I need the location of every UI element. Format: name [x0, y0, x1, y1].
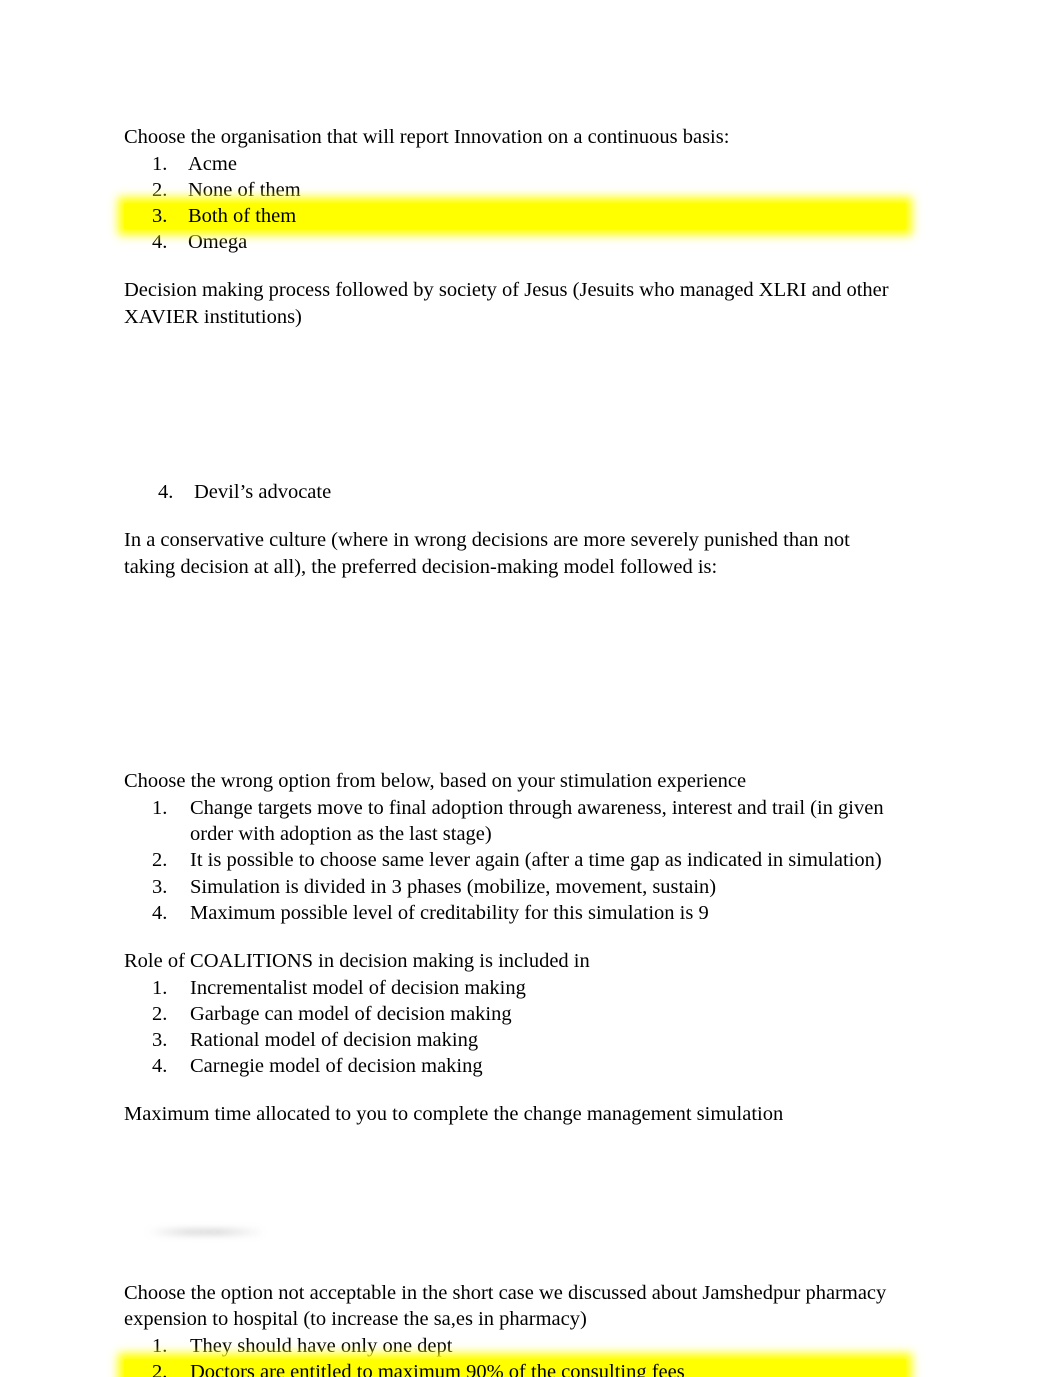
- option-text: Maximum possible level of creditability …: [190, 901, 709, 924]
- question-prompt: Choose the option not acceptable in the …: [124, 1280, 906, 1334]
- document-body: Choose the organisation that will report…: [124, 124, 906, 1377]
- document-page: Choose the organisation that will report…: [0, 0, 1062, 1377]
- answer-option-list: 1. They should have only one dept 2. Docto…: [124, 1333, 906, 1377]
- option-number: 3.: [152, 1028, 168, 1051]
- option-number: 4.: [152, 1054, 168, 1077]
- option-number: 1.: [152, 976, 168, 999]
- prompt-line-1: Decision making process followed by soci…: [124, 279, 889, 302]
- option-number: 2.: [152, 849, 168, 872]
- blank-content-area: [124, 1128, 906, 1258]
- prompt-line-2: XAVIER institutions): [124, 305, 302, 328]
- answer-option[interactable]: 1. Incrementalist model of decision makin…: [124, 975, 906, 1001]
- option-number: 3.: [152, 204, 168, 227]
- option-number: 2.: [152, 1361, 168, 1377]
- answer-option[interactable]: 1. Acme: [124, 151, 906, 177]
- question-block-simulation: Choose the wrong option from below, base…: [124, 768, 906, 925]
- question-prompt: In a conservative culture (where in wron…: [124, 527, 906, 581]
- option-text: Omega: [188, 231, 248, 254]
- answer-option-highlighted[interactable]: 3. Both of them: [124, 202, 906, 230]
- option-text: Devil’s advocate: [194, 480, 332, 503]
- question-block-innovation: Choose the organisation that will report…: [124, 124, 906, 255]
- answer-option-list: 1. Change targets move to final adoption …: [124, 795, 906, 925]
- prompt-line-2: decision at all), the preferred decision…: [180, 555, 718, 578]
- question-block-coalitions: Role of COALITIONS in decision making is…: [124, 948, 906, 1079]
- option-number: 3.: [152, 875, 168, 898]
- answer-option[interactable]: 1. Change targets move to final adoption …: [124, 795, 906, 847]
- option-text: It is possible to choose same lever agai…: [190, 849, 882, 872]
- question-block-pharmacy: Choose the option not acceptable in the …: [124, 1280, 906, 1377]
- prompt-line-1: Choose the option not acceptable in the …: [124, 1281, 887, 1304]
- answer-option[interactable]: 2. It is possible to choose same lever ag…: [124, 847, 906, 873]
- option-text: Change targets move to final adoption th…: [190, 797, 884, 846]
- option-text: They should have only one dept: [190, 1335, 453, 1358]
- option-text: None of them: [188, 178, 301, 201]
- option-number: 1.: [152, 797, 168, 820]
- answer-option[interactable]: 3. Rational model of decision making: [124, 1027, 906, 1053]
- option-number: 4.: [152, 901, 168, 924]
- option-text: Acme: [188, 152, 237, 175]
- blank-content-area: [124, 331, 906, 479]
- answer-option[interactable]: 2. Garbage can model of decision making: [124, 1001, 906, 1027]
- answer-option-list: 1. Incrementalist model of decision makin…: [124, 975, 906, 1079]
- question-prompt: Role of COALITIONS in decision making is…: [124, 949, 590, 972]
- answer-option[interactable]: 4. Devil’s advocate: [124, 479, 906, 505]
- answer-option-list: 1. Acme 2. None of them 3. Both of them 4. O…: [124, 151, 906, 255]
- blank-content-area: [124, 580, 906, 746]
- option-text: Garbage can model of decision making: [190, 1002, 512, 1025]
- question-block-conservative-culture: In a conservative culture (where in wron…: [124, 527, 906, 747]
- prompt-line-2: expension to hospital (to increase the s…: [124, 1308, 587, 1331]
- answer-option[interactable]: 4. Maximum possible level of creditabilit…: [124, 900, 906, 926]
- option-text: Simulation is divided in 3 phases (mobil…: [190, 875, 717, 898]
- answer-option[interactable]: 4. Omega: [124, 229, 906, 255]
- question-prompt: Choose the organisation that will report…: [124, 126, 730, 148]
- option-number: 1.: [152, 1335, 168, 1358]
- option-text: Doctors are entitled to maximum 90% of t…: [190, 1361, 685, 1377]
- question-prompt: Maximum time allocated to you to complet…: [124, 1102, 784, 1125]
- answer-option-list-orphan: 4. Devil’s advocate: [124, 479, 906, 505]
- option-number: 4.: [158, 480, 174, 503]
- answer-option[interactable]: 4. Carnegie model of decision making: [124, 1053, 906, 1079]
- question-prompt: Decision making process followed by soci…: [124, 277, 906, 331]
- answer-option-highlighted[interactable]: 2. Doctors are entitled to maximum 90% of…: [124, 1359, 906, 1377]
- option-number: 2.: [152, 1002, 168, 1025]
- question-block-max-time: Maximum time allocated to you to complet…: [124, 1101, 906, 1258]
- question-prompt: Choose the wrong option from below, base…: [124, 770, 747, 793]
- answer-option[interactable]: 3. Simulation is divided in 3 phases (mob…: [124, 874, 906, 900]
- option-text: Incrementalist model of decision making: [190, 976, 526, 999]
- answer-option[interactable]: 2. None of them: [124, 177, 906, 203]
- option-text: Both of them: [188, 204, 297, 227]
- answer-option[interactable]: 1. They should have only one dept: [124, 1333, 906, 1359]
- option-text: Carnegie model of decision making: [190, 1054, 483, 1077]
- option-text: Rational model of decision making: [190, 1028, 479, 1051]
- option-number: 1.: [152, 152, 168, 175]
- option-number: 4.: [152, 231, 168, 254]
- question-block-jesuits: Decision making process followed by soci…: [124, 277, 906, 505]
- option-number: 2.: [152, 178, 168, 201]
